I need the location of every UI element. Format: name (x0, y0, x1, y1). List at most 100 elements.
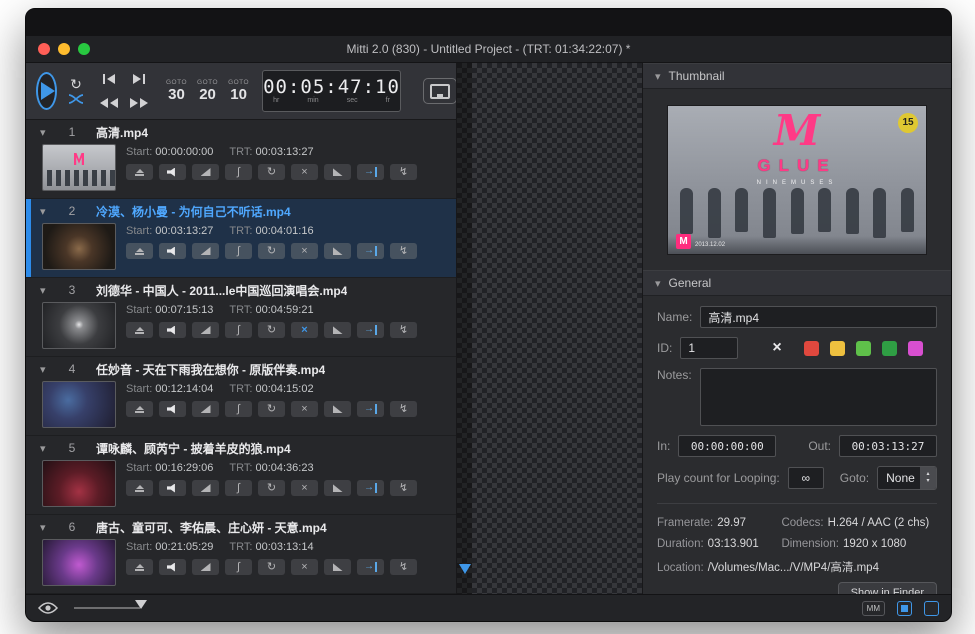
previous-cue-button[interactable] (95, 68, 123, 90)
loop-button[interactable]: ↻ (258, 559, 285, 575)
action-button[interactable]: ↯ (390, 401, 417, 417)
color-swatch-magenta[interactable] (908, 341, 923, 356)
eject-button[interactable] (126, 559, 153, 575)
next-cue-button[interactable] (125, 68, 153, 90)
crossfade-button[interactable]: × (291, 480, 318, 496)
close-button[interactable] (38, 43, 50, 55)
fade-curve-button[interactable]: ∫ (225, 322, 252, 338)
jump-forward-button[interactable] (125, 92, 153, 114)
eject-button[interactable] (126, 164, 153, 180)
cue-row[interactable]: ▾ 1 高清.mp4 Start:00:00:00:00TRT:00:03:13… (26, 120, 456, 199)
chevron-down-icon[interactable]: ▾ (40, 363, 56, 376)
loop-button[interactable]: ↻ (258, 243, 285, 259)
timeline-strip[interactable] (456, 63, 643, 594)
playhead-marker[interactable] (459, 564, 471, 574)
fade-curve-button[interactable]: ∫ (225, 480, 252, 496)
goto-20-button[interactable]: GOTO 20 (195, 79, 220, 103)
clear-color-button[interactable]: × (772, 340, 781, 356)
loop-button[interactable]: ↻ (258, 401, 285, 417)
fade-in-button[interactable] (192, 401, 219, 417)
fade-out-button[interactable] (324, 243, 351, 259)
chevron-down-icon[interactable]: ▾ (40, 521, 56, 534)
fade-out-button[interactable] (324, 480, 351, 496)
eject-button[interactable] (126, 401, 153, 417)
loop-button[interactable]: ↻ (258, 164, 285, 180)
crossfade-button[interactable]: × (291, 401, 318, 417)
goto-dropdown[interactable]: None ▴ ▾ (877, 466, 937, 490)
notes-field[interactable] (700, 368, 937, 426)
slider-handle[interactable] (135, 600, 147, 609)
timecode-format-button[interactable]: MM (862, 601, 885, 616)
audio-button[interactable] (159, 480, 186, 496)
eject-button[interactable] (126, 480, 153, 496)
fade-curve-button[interactable]: ∫ (225, 164, 252, 180)
crossfade-button[interactable]: × (291, 559, 318, 575)
out-field[interactable] (839, 435, 937, 457)
audio-button[interactable] (159, 401, 186, 417)
output-1-toggle[interactable] (897, 601, 912, 616)
fade-curve-button[interactable]: ∫ (225, 401, 252, 417)
fade-out-button[interactable] (324, 164, 351, 180)
cue-row[interactable]: ▾ 4 任妙音 - 天在下雨我在想你 - 原版伴奏.mp4 Start:00:1… (26, 357, 456, 436)
fade-out-button[interactable] (324, 401, 351, 417)
hold-at-end-button[interactable]: → (357, 559, 384, 575)
color-swatch-dark-green[interactable] (882, 341, 897, 356)
hold-at-end-button[interactable]: → (357, 322, 384, 338)
cue-row[interactable]: ▾ 6 唐古、童可可、李佑晨、庄心妍 - 天意.mp4 Start:00:21:… (26, 515, 456, 594)
fade-in-button[interactable] (192, 164, 219, 180)
fade-in-button[interactable] (192, 243, 219, 259)
fade-in-button[interactable] (192, 559, 219, 575)
cue-row-selected[interactable]: ▾ 2 冷漠、杨小曼 - 为何自己不听话.mp4 Start:00:03:13:… (26, 199, 456, 278)
crossfade-button[interactable]: × (291, 164, 318, 180)
jump-back-button[interactable] (95, 92, 123, 114)
crossfade-button[interactable]: × (291, 322, 318, 338)
chevron-down-icon[interactable]: ▾ (40, 284, 56, 297)
color-swatch-green[interactable] (856, 341, 871, 356)
audio-button[interactable] (159, 243, 186, 259)
hold-at-end-button[interactable]: → (357, 164, 384, 180)
cue-row[interactable]: ▾ 5 谭咏麟、顾芮宁 - 披着羊皮的狼.mp4 Start:00:16:29:… (26, 436, 456, 515)
hold-at-end-button[interactable]: → (357, 480, 384, 496)
show-in-finder-button[interactable]: Show in Finder (838, 582, 937, 594)
loop-button[interactable]: ↻ (258, 480, 285, 496)
id-field[interactable] (680, 337, 738, 359)
hold-at-end-button[interactable]: → (357, 401, 384, 417)
in-field[interactable] (678, 435, 776, 457)
zoom-button[interactable] (78, 43, 90, 55)
audio-button[interactable] (159, 322, 186, 338)
fade-in-button[interactable] (192, 480, 219, 496)
action-button[interactable]: ↯ (390, 243, 417, 259)
goto-10-button[interactable]: GOTO 10 (226, 79, 251, 103)
chevron-down-icon[interactable]: ▾ (40, 442, 56, 455)
general-section-header[interactable]: ▾ General (643, 270, 951, 296)
row-size-slider[interactable] (74, 607, 140, 609)
fade-out-button[interactable] (324, 322, 351, 338)
color-swatch-red[interactable] (804, 341, 819, 356)
audio-button[interactable] (159, 559, 186, 575)
shuffle-icon[interactable] (68, 93, 84, 105)
eject-button[interactable] (126, 322, 153, 338)
hold-at-end-button[interactable]: → (357, 243, 384, 259)
output-2-toggle[interactable] (924, 601, 939, 616)
fade-out-button[interactable] (324, 559, 351, 575)
loop-count-field[interactable] (788, 467, 824, 489)
cue-row[interactable]: ▾ 3 刘德华 - 中国人 - 2011...le中国巡回演唱会.mp4 Sta… (26, 278, 456, 357)
crossfade-button[interactable]: × (291, 243, 318, 259)
action-button[interactable]: ↯ (390, 559, 417, 575)
chevron-down-icon[interactable]: ▾ (40, 205, 56, 218)
output-window-button[interactable] (423, 78, 457, 104)
repeat-icon[interactable]: ↻ (70, 77, 82, 91)
action-button[interactable]: ↯ (390, 322, 417, 338)
play-button[interactable] (36, 72, 57, 110)
goto-30-button[interactable]: GOTO 30 (164, 79, 189, 103)
fade-curve-button[interactable]: ∫ (225, 559, 252, 575)
fade-in-button[interactable] (192, 322, 219, 338)
chevron-down-icon[interactable]: ▾ (40, 126, 56, 139)
audio-button[interactable] (159, 164, 186, 180)
thumbnail-section-header[interactable]: ▾ Thumbnail (643, 63, 951, 89)
fade-curve-button[interactable]: ∫ (225, 243, 252, 259)
timeline-playhead-track[interactable] (457, 63, 472, 594)
action-button[interactable]: ↯ (390, 480, 417, 496)
action-button[interactable]: ↯ (390, 164, 417, 180)
eye-icon[interactable] (38, 602, 58, 614)
